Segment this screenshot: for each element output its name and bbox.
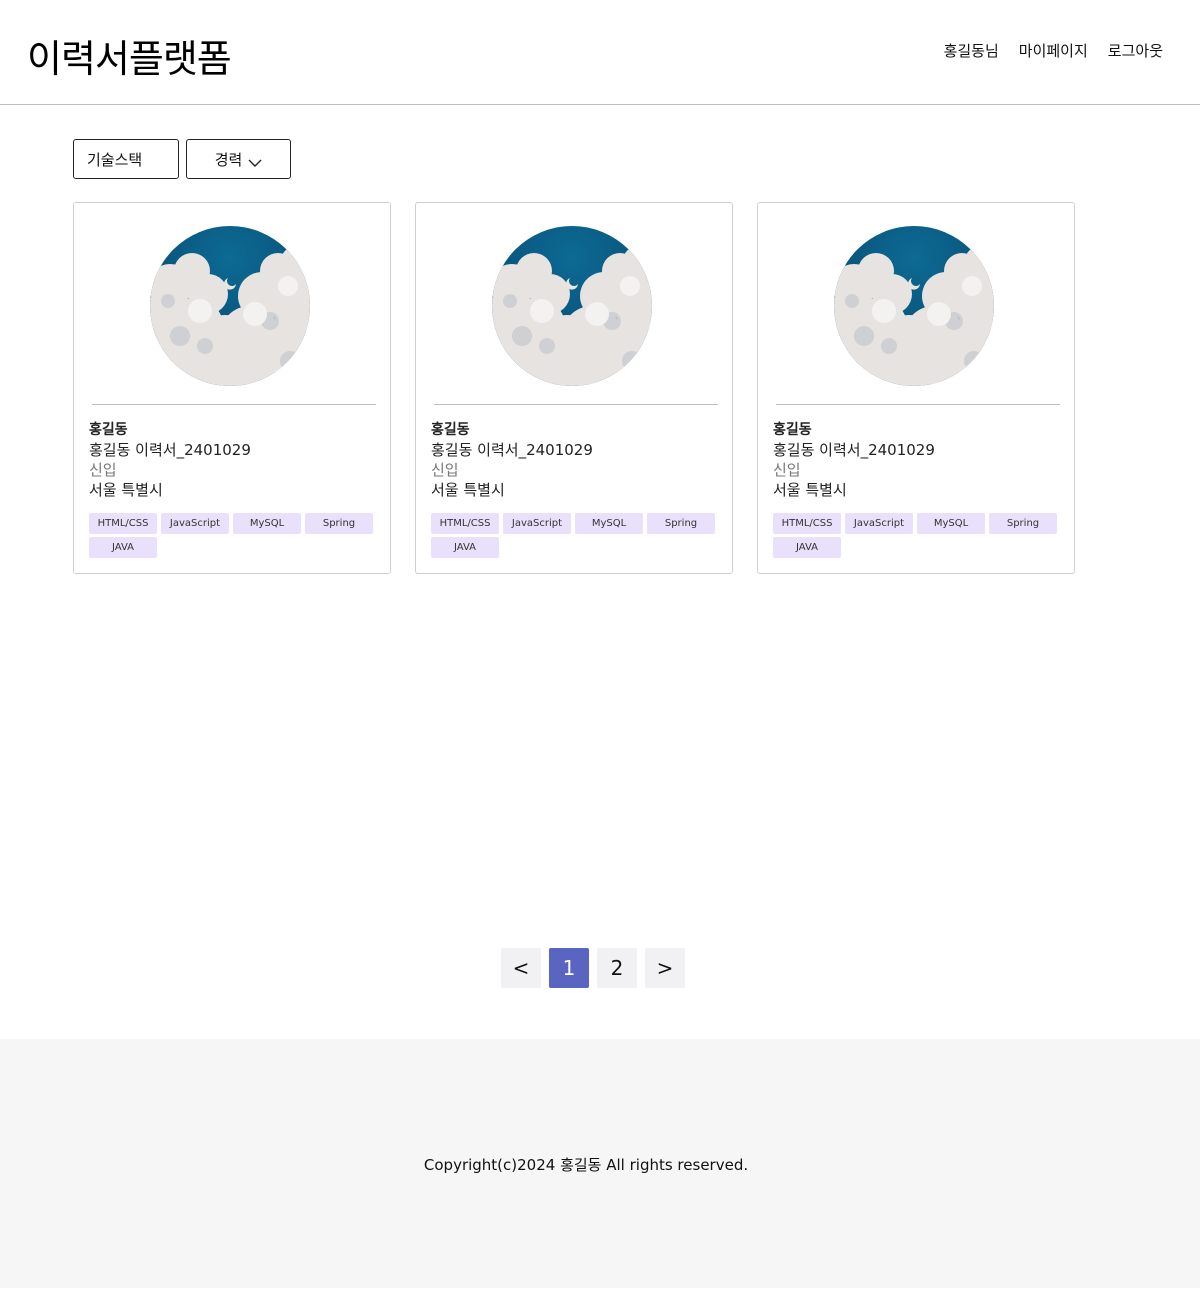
resume-title: 홍길동 이력서_2401029 [773,441,935,459]
resume-title: 홍길동 이력서_2401029 [431,441,593,459]
card-divider [92,404,376,405]
nav-mypage-link[interactable]: 마이페이지 [1019,40,1088,61]
skill-tag: JavaScript [161,513,229,534]
chevron-down-icon [248,154,262,167]
applicant-name: 홍길동 [89,422,128,438]
skill-tag: HTML/CSS [773,513,841,534]
profile-avatar [834,226,994,386]
resume-card[interactable]: 홍길동홍길동 이력서_2401029 신입서울 특별시 HTML/CSS JavaSc… [73,202,391,574]
card-info: 홍길동홍길동 이력서_2401029 신입서울 특별시 [89,420,379,500]
location: 서울 특별시 [431,481,505,499]
skill-tag: JAVA [773,537,841,558]
career-filter-dropdown[interactable]: 경력 [186,139,291,179]
career-filter-label: 경력 [214,150,243,169]
skill-tag-list: HTML/CSS JavaScript MySQL Spring JAVA [89,513,379,558]
skill-tag: JAVA [89,537,157,558]
resume-card[interactable]: 홍길동홍길동 이력서_2401029 신입서울 특별시 HTML/CSS JavaSc… [415,202,733,574]
profile-avatar [150,226,310,386]
skill-tag: JavaScript [845,513,913,534]
applicant-name: 홍길동 [431,422,470,438]
card-info: 홍길동홍길동 이력서_2401029 신입서울 특별시 [431,420,721,500]
applicant-name: 홍길동 [773,422,812,438]
skill-tag: JavaScript [503,513,571,534]
site-header: 이력서플랫폼 홍길동님 마이페이지 로그아웃 [0,0,1200,105]
location: 서울 특별시 [773,481,847,499]
resume-card[interactable]: 홍길동홍길동 이력서_2401029 신입서울 특별시 HTML/CSS JavaSc… [757,202,1075,574]
copyright-text: Copyright(c)2024 홍길동 All rights reserved… [423,1156,749,1174]
site-logo[interactable]: 이력서플랫폼 [27,28,232,83]
skill-tag: MySQL [575,513,643,534]
profile-avatar [492,226,652,386]
skill-tag: HTML/CSS [89,513,157,534]
skill-stack-filter-label: 기술스택 [87,150,143,169]
skill-tag: Spring [305,513,373,534]
card-info: 홍길동홍길동 이력서_2401029 신입서울 특별시 [773,420,1063,500]
nav-logout-link[interactable]: 로그아웃 [1108,40,1163,61]
resume-title: 홍길동 이력서_2401029 [89,441,251,459]
career-level: 신입 [431,461,459,479]
page-2-button[interactable]: 2 [597,948,637,988]
skill-tag-list: HTML/CSS JavaScript MySQL Spring JAVA [431,513,721,558]
card-divider [434,404,718,405]
career-level: 신입 [773,461,801,479]
skill-stack-filter-button[interactable]: 기술스택 [73,139,179,179]
skill-tag: JAVA [431,537,499,558]
career-level: 신입 [89,461,117,479]
top-nav: 홍길동님 마이페이지 로그아웃 [944,40,1163,61]
skill-tag-list: HTML/CSS JavaScript MySQL Spring JAVA [773,513,1063,558]
skill-tag: MySQL [917,513,985,534]
card-divider [776,404,1060,405]
skill-tag: Spring [989,513,1057,534]
prev-page-button[interactable]: < [501,948,541,988]
location: 서울 특별시 [89,481,163,499]
skill-tag: HTML/CSS [431,513,499,534]
site-footer: Copyright(c)2024 홍길동 All rights reserved… [0,1039,1200,1288]
resume-card-list: 홍길동 홍길동 이력서_2401029 신입 서울 특별시 HTML/CSS JavaSc… [73,202,1075,574]
page-1-button[interactable]: 1 [549,948,589,988]
skill-tag: MySQL [233,513,301,534]
next-page-button[interactable]: > [645,948,685,988]
nav-user-name[interactable]: 홍길동님 [944,40,999,61]
filter-bar: 기술스택 경력 [73,139,291,179]
skill-tag: Spring [647,513,715,534]
pagination: < 1 2 > [501,948,685,988]
